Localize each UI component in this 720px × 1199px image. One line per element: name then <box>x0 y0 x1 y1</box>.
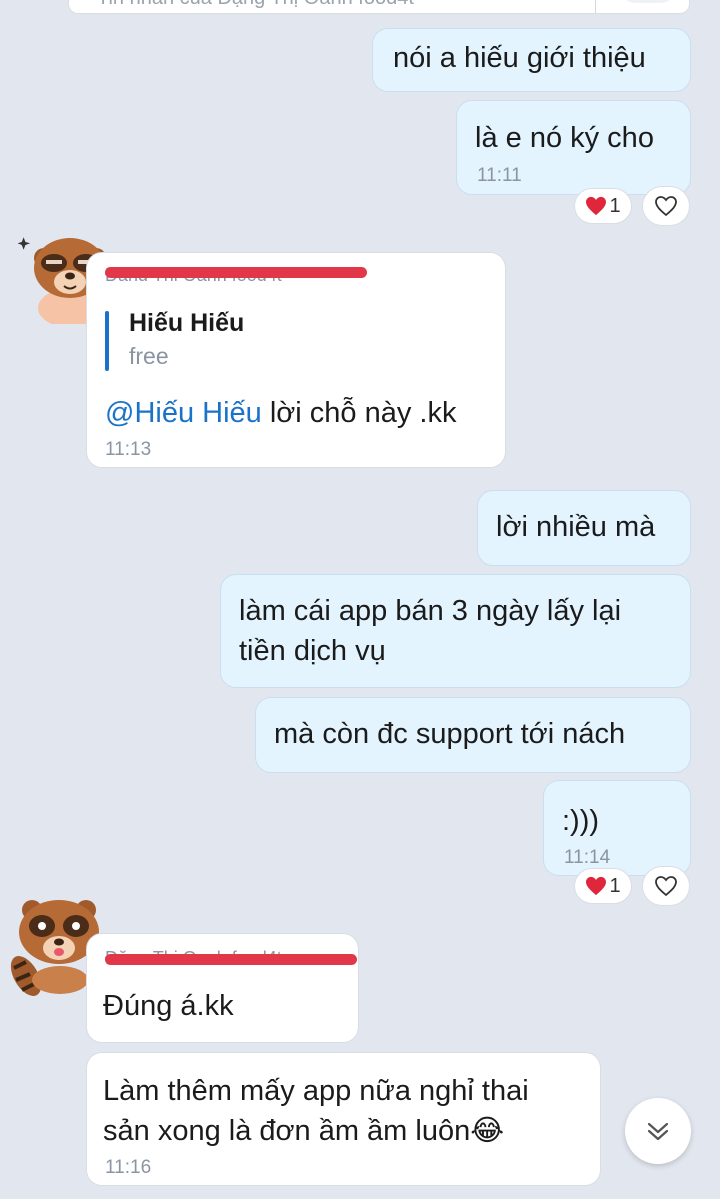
reaction-count: 1 <box>609 194 621 217</box>
mention-link[interactable]: @Hiếu Hiếu <box>105 397 262 429</box>
message-text: @Hiếu Hiếu lời chỗ này .kk <box>105 393 456 433</box>
add-reaction-button[interactable] <box>642 186 690 226</box>
message-bubble-outgoing[interactable]: nói a hiếu giới thiệu <box>372 28 691 92</box>
message-time: 11:16 <box>105 1157 152 1178</box>
message-text: mà còn đc support tới nách <box>274 718 626 750</box>
quote-bar <box>105 311 109 371</box>
scroll-to-bottom-button[interactable] <box>625 1098 691 1164</box>
message-time: 11:13 <box>105 439 152 460</box>
quoted-sender: Hiếu Hiếu <box>129 309 245 337</box>
heart-outline-icon <box>655 876 677 897</box>
message-text: Đúng á.kk <box>103 990 234 1022</box>
reaction-badge[interactable]: 1 <box>574 868 632 904</box>
heart-icon <box>586 196 607 216</box>
message-text-line-2: sản xong là đơn ầm ầm luôn😂 <box>103 1115 505 1147</box>
message-bubble-incoming[interactable]: Làm thêm mấy app nữa nghỉ thai sản xong … <box>86 1052 601 1186</box>
quoted-preview-text: Tin nhắn của Đặng Thị Oanh food4t <box>97 0 414 10</box>
reaction-count: 1 <box>609 874 621 897</box>
quoted-text: free <box>129 343 169 369</box>
message-text: là e nó ký cho <box>475 122 654 154</box>
quoted-preview-bar[interactable]: Tin nhắn của Đặng Thị Oanh food4t <box>68 0 690 14</box>
message-time: 11:14 <box>564 847 611 868</box>
chevron-down-icon <box>647 1122 669 1141</box>
quoted-preview-divider <box>595 0 596 13</box>
message-bubble-outgoing[interactable]: mà còn đc support tới nách <box>255 697 691 773</box>
message-bubble-incoming[interactable]: Đặng Thị Oanh food4t Hiếu Hiếu free @Hiế… <box>86 252 506 468</box>
message-text-line-1: Làm thêm mấy app nữa nghỉ thai <box>103 1075 529 1107</box>
message-bubble-incoming[interactable]: Đặng Thị Oanh food4t Đúng á.kk <box>86 933 359 1043</box>
message-bubble-outgoing[interactable]: lời nhiều mà <box>477 490 691 566</box>
message-bubble-outgoing[interactable]: là e nó ký cho 11:11 <box>456 100 691 195</box>
message-time: 11:11 <box>477 165 522 186</box>
add-reaction-button[interactable] <box>642 866 690 906</box>
message-text-body: lời chỗ này .kk <box>261 397 457 429</box>
reaction-badge[interactable]: 1 <box>574 188 632 224</box>
redaction-mark <box>105 267 367 278</box>
message-text-line-1: làm cái app bán 3 ngày lấy lại <box>239 595 622 627</box>
message-text: nói a hiếu giới thiệu <box>393 42 646 74</box>
message-text-line-2: tiền dịch vụ <box>239 635 386 667</box>
message-text: lời nhiều mà <box>496 511 656 543</box>
quoted-preview-action-button[interactable] <box>621 0 675 3</box>
heart-icon <box>586 876 607 896</box>
redaction-mark <box>105 954 357 965</box>
message-text: :))) <box>562 805 600 837</box>
message-bubble-outgoing[interactable]: :))) 11:14 <box>543 780 691 876</box>
message-bubble-outgoing[interactable]: làm cái app bán 3 ngày lấy lại tiền dịch… <box>220 574 691 688</box>
heart-outline-icon <box>655 196 677 217</box>
